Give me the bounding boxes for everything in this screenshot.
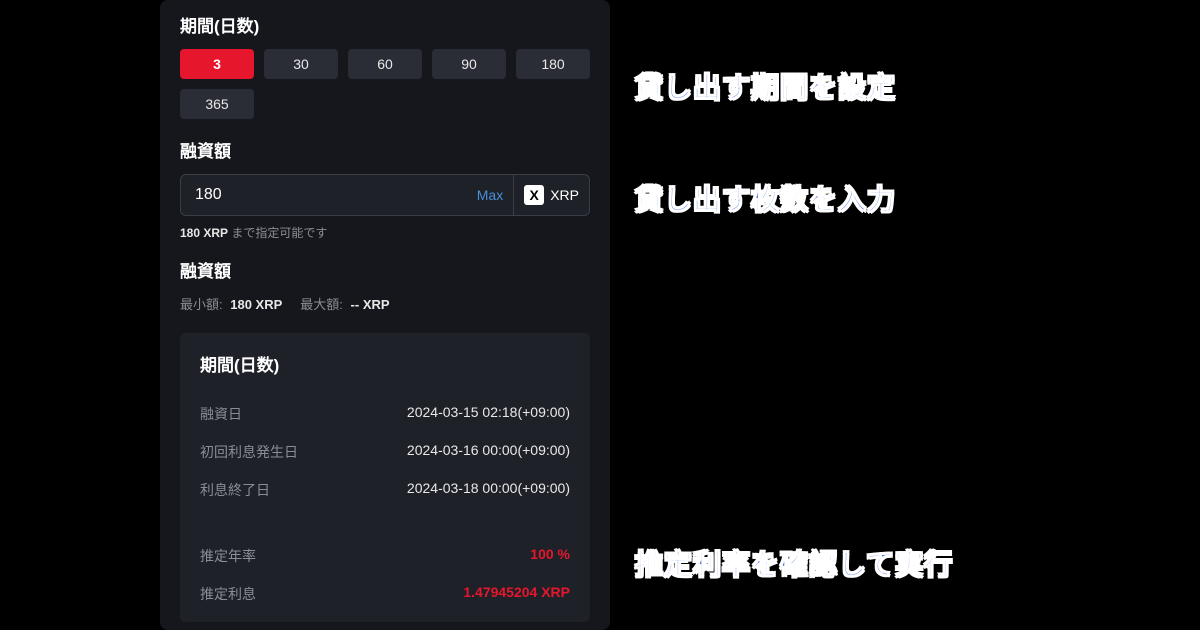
amount-title: 融資額 [180,137,590,162]
hint-rest: まで指定可能です [228,226,327,240]
amount-title-2: 融資額 [180,257,590,282]
est-interest-label: 推定利息 [200,584,256,604]
row-est-rate: 推定年率 100 % [200,546,570,566]
minmax-row: 最小額: 180 XRP 最大額: -- XRP [180,294,590,313]
row-first-interest: 初回利息発生日 2024-03-16 00:00(+09:00) [200,442,570,462]
period-btn-60[interactable]: 60 [348,49,422,79]
first-interest-label: 初回利息発生日 [200,442,298,462]
row-lending-date: 融資日 2024-03-15 02:18(+09:00) [200,404,570,424]
coin-selector[interactable]: X XRP [513,175,579,215]
period-btn-180[interactable]: 180 [516,49,590,79]
amount-hint: 180 XRP まで指定可能です [180,224,590,241]
lending-date-label: 融資日 [200,404,242,424]
period-btn-30[interactable]: 30 [264,49,338,79]
hint-strong: 180 XRP [180,226,228,240]
xrp-icon: X [524,185,544,205]
min-value: 180 XRP [230,297,282,312]
annotation-rate: 推定利率を確認して実行 [635,543,953,583]
lending-panel: 期間(日数) 3 30 60 90 180 365 融資額 180 Max X … [160,0,610,630]
min-label: 最小額: [180,297,223,312]
period-btn-3[interactable]: 3 [180,49,254,79]
period-title: 期間(日数) [180,12,590,37]
summary-title: 期間(日数) [200,351,570,376]
max-label: 最大額: [300,297,343,312]
interest-end-label: 利息終了日 [200,480,270,500]
est-interest-value: 1.47945204 XRP [463,584,570,604]
period-button-group: 3 30 60 90 180 365 [180,49,590,119]
min-amount: 最小額: 180 XRP [180,294,282,313]
annotation-period: 貸し出す期間を設定 [635,66,896,106]
interest-end-value: 2024-03-18 00:00(+09:00) [407,480,570,500]
annotation-amount: 貸し出す枚数を入力 [635,178,896,218]
period-btn-365[interactable]: 365 [180,89,254,119]
first-interest-value: 2024-03-16 00:00(+09:00) [407,442,570,462]
max-button[interactable]: Max [477,187,503,203]
amount-input-wrap[interactable]: 180 Max X XRP [180,174,590,216]
est-rate-value: 100 % [530,546,570,566]
lending-date-value: 2024-03-15 02:18(+09:00) [407,404,570,424]
coin-label: XRP [550,187,579,203]
summary-card: 期間(日数) 融資日 2024-03-15 02:18(+09:00) 初回利息… [180,333,590,622]
row-est-interest: 推定利息 1.47945204 XRP [200,584,570,604]
est-rate-label: 推定年率 [200,546,256,566]
max-amount: 最大額: -- XRP [300,294,389,313]
row-interest-end: 利息終了日 2024-03-18 00:00(+09:00) [200,480,570,500]
amount-input[interactable]: 180 [195,186,477,204]
period-btn-90[interactable]: 90 [432,49,506,79]
max-value: -- XRP [351,297,390,312]
